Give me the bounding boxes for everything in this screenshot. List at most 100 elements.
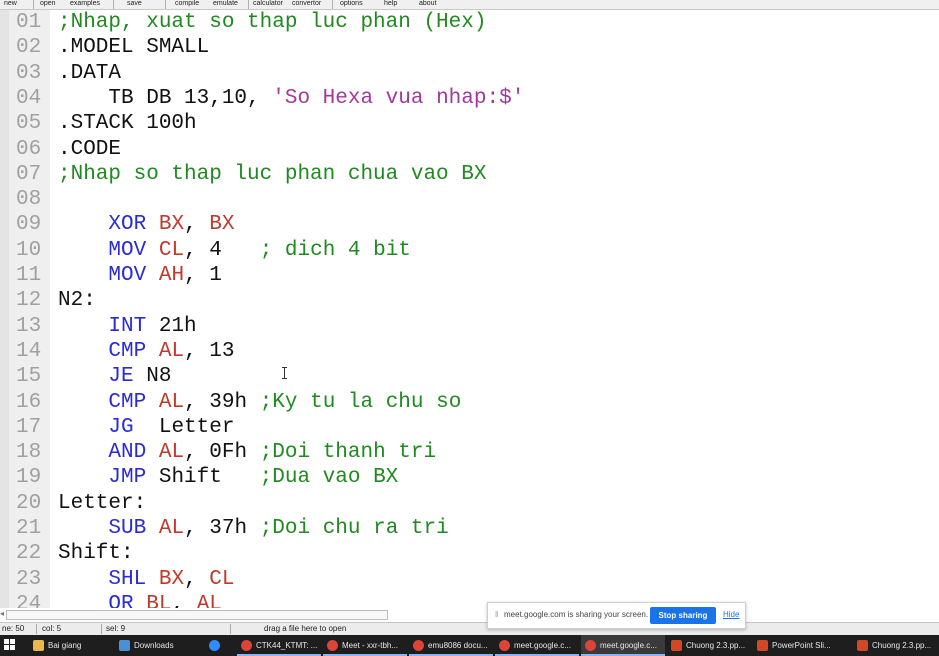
code-line[interactable]: 06 .CODE	[0, 137, 939, 162]
menu-open[interactable]: open	[40, 0, 56, 8]
status-hint: drag a file here to open	[264, 624, 347, 633]
keyword-token: MOV	[108, 264, 147, 287]
line-number: 18	[16, 441, 42, 465]
keyword-token: SUB	[108, 517, 147, 540]
code-text: ;Nhap so thap luc phan chua vao BX	[58, 162, 486, 187]
windows-start-icon[interactable]	[4, 639, 16, 651]
code-token: , 39h	[184, 390, 260, 414]
code-text: CMP AL, 13	[58, 339, 234, 364]
code-line[interactable]: 19 JMP Shift ;Dua vao BX	[0, 465, 939, 490]
code-line[interactable]: 07 ;Nhap so thap luc phan chua vao BX	[0, 162, 939, 187]
comment-token: ;Dua vao BX	[259, 466, 399, 490]
menu-save[interactable]: save	[127, 0, 142, 8]
line-number: 24	[16, 592, 42, 608]
code-text: CMP AL, 39h ;Ky tu la chu so	[58, 390, 461, 415]
code-line[interactable]: 13 INT 21h	[0, 314, 939, 339]
menu-help[interactable]: help	[384, 0, 397, 8]
code-token: ,	[184, 567, 210, 591]
code-text: MOV CL, 4 ; dich 4 bit	[58, 238, 411, 263]
line-number: 17	[16, 415, 42, 439]
code-line[interactable]: 01 ;Nhap, xuat so thap luc phan (Hex)	[0, 10, 939, 35]
menu-convertor[interactable]: convertor	[292, 0, 321, 8]
taskbar-item[interactable]: Downloads	[115, 635, 203, 656]
menu-emulate[interactable]: emulate	[213, 0, 238, 8]
comment-token: ;Nhap so thap luc phan chua vao BX	[58, 162, 487, 186]
comment-token: ;Doi chu ra tri	[259, 517, 449, 540]
powerpoint-icon	[857, 640, 868, 651]
code-line[interactable]: 15 JE N8	[0, 364, 939, 389]
taskbar-item[interactable]: meet.google.c...	[581, 635, 665, 656]
sharing-message: meet.google.com is sharing your screen.	[504, 610, 649, 619]
menu-calculator[interactable]: calculator	[253, 0, 283, 8]
taskbar-item[interactable]: Bai giang	[29, 635, 113, 656]
taskbar-item[interactable]: emu8086 docu...	[409, 635, 493, 656]
register-token: CL	[158, 238, 185, 262]
string-token: 'So Hexa vua nhap:$'	[272, 86, 525, 110]
taskbar-item-label: emu8086 docu...	[428, 641, 488, 650]
taskbar-item[interactable]: CTK44_KTMT: ...	[237, 635, 321, 656]
code-line[interactable]: 02 .MODEL SMALL	[0, 35, 939, 60]
line-number: 12	[16, 289, 42, 313]
code-line[interactable]: 22 Shift:	[0, 541, 939, 566]
line-number: 08	[16, 188, 42, 212]
menu-examples[interactable]: examples	[70, 0, 100, 8]
line-number: 04	[16, 86, 42, 110]
code-text: INT 21h	[58, 314, 197, 339]
taskbar-item[interactable]: Chuong 2.3.pp...	[667, 635, 751, 656]
download-icon	[119, 640, 130, 651]
code-token: 21h	[146, 314, 197, 338]
code-editor[interactable]: 01 ;Nhap, xuat so thap luc phan (Hex) 02 .M…	[0, 10, 939, 608]
code-line[interactable]: 21 SUB AL, 37h ;Doi chu ra tri	[0, 516, 939, 541]
code-line[interactable]: 17 JG Letter	[0, 415, 939, 440]
code-line[interactable]: 14 CMP AL, 13	[0, 339, 939, 364]
code-token: Letter	[133, 415, 235, 439]
status-divider	[101, 624, 102, 634]
code-line[interactable]: 20 Letter:	[0, 491, 939, 516]
code-line[interactable]: 09 XOR BX, BX	[0, 212, 939, 237]
line-number: 11	[16, 264, 42, 287]
code-line[interactable]: 10 MOV CL, 4 ; dich 4 bit	[0, 238, 939, 263]
code-line[interactable]: 03 .DATA	[0, 61, 939, 86]
code-text: SHL BX, CL	[58, 567, 234, 592]
code-line[interactable]: 24 OR BL, AL	[0, 592, 939, 608]
menu-about[interactable]: about	[419, 0, 437, 8]
menu-new[interactable]: new	[4, 0, 17, 8]
line-number: 16	[16, 390, 42, 414]
code-line[interactable]: 04 TB DB 13,10, 'So Hexa vua nhap:$'	[0, 86, 939, 111]
stop-sharing-button[interactable]: Stop sharing	[650, 607, 716, 624]
horizontal-scrollbar[interactable]	[6, 610, 388, 620]
keyword-token: OR	[108, 592, 134, 608]
code-line[interactable]: 08	[0, 187, 939, 212]
taskbar-item[interactable]: meet.google.c...	[495, 635, 579, 656]
taskbar-item[interactable]: Chuong 2.3.pp...	[853, 635, 939, 656]
code-token: TB DB 13,10,	[58, 86, 273, 110]
code-line[interactable]: 11 MOV AH, 1	[0, 263, 939, 288]
register-token: AL	[196, 592, 222, 608]
code-text: .STACK 100h	[58, 111, 197, 136]
line-number: 21	[16, 517, 42, 540]
code-text: MOV AH, 1	[58, 263, 221, 288]
code-line[interactable]: 12 N2:	[0, 288, 939, 313]
drag-handle-icon[interactable]: ‖	[495, 610, 498, 619]
menu-compile[interactable]: compile	[175, 0, 199, 8]
code-line[interactable]: 16 CMP AL, 39h ;Ky tu la chu so	[0, 390, 939, 415]
taskbar-item[interactable]	[205, 635, 235, 656]
status-sel: sel: 9	[106, 624, 126, 633]
code-line[interactable]: 05 .STACK 100h	[0, 111, 939, 136]
code-text: .DATA	[58, 61, 121, 86]
register-token: AH	[158, 264, 185, 287]
code-text: JE N8	[58, 364, 171, 389]
keyword-token: CMP	[108, 390, 147, 414]
taskbar-item[interactable]: PowerPoint Sli...	[753, 635, 851, 656]
code-line[interactable]: 18 AND AL, 0Fh ;Doi thanh tri	[0, 440, 939, 465]
menu-options[interactable]: options	[340, 0, 363, 8]
hide-sharing-bar-button[interactable]: Hide	[723, 610, 739, 619]
code-line[interactable]: 23 SHL BX, CL	[0, 567, 939, 592]
taskbar-item[interactable]: Meet - xxr-tbh...	[323, 635, 407, 656]
code-text: Letter:	[58, 491, 146, 516]
